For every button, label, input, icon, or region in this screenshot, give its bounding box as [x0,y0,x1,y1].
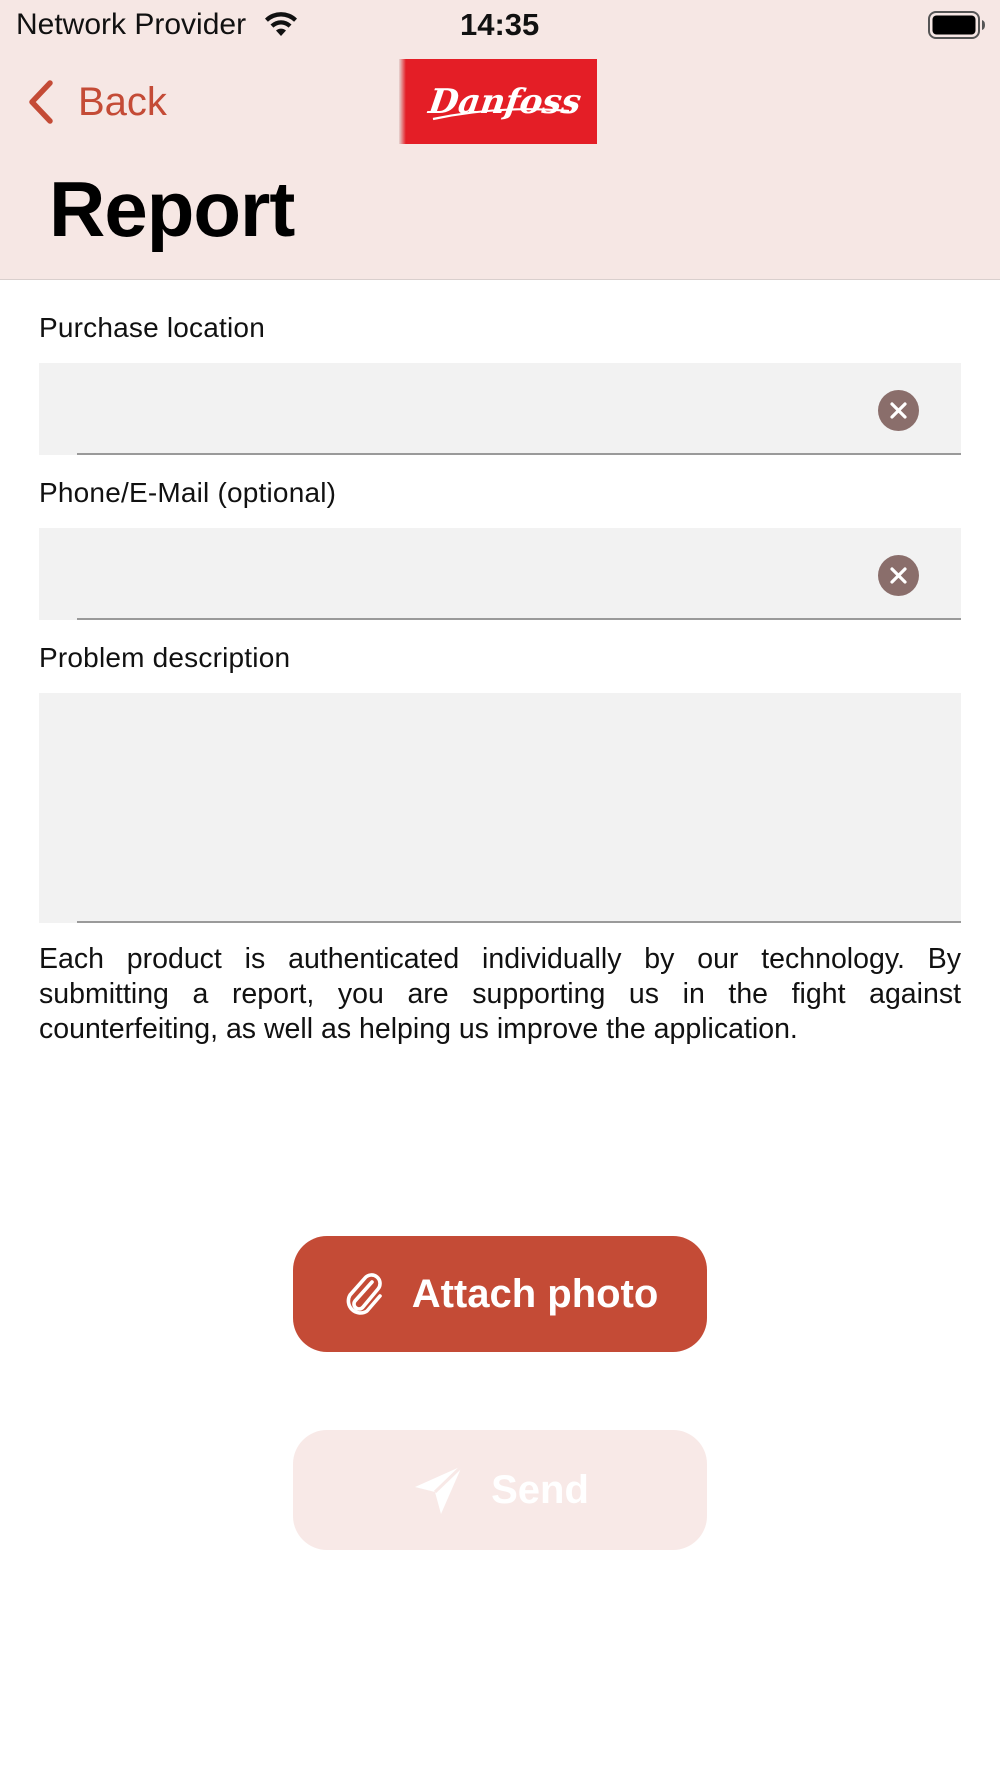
send-button[interactable]: Send [293,1430,707,1550]
purchase-location-input[interactable] [39,363,961,455]
problem-description-field[interactable] [39,693,961,923]
contact-label: Phone/E-Mail (optional) [39,477,337,508]
paperclip-icon [342,1269,388,1319]
attach-photo-button[interactable]: Attach photo [293,1236,707,1352]
clear-icon[interactable] [878,390,919,431]
battery-icon [928,11,985,39]
danfoss-logo: Danfoss [399,59,597,144]
problem-description-label: Problem description [39,642,291,673]
field-underline [77,618,961,620]
problem-description-textarea[interactable] [39,693,961,923]
back-label: Back [78,79,167,124]
info-text: Each product is authenticated individual… [39,943,961,1045]
page-title: Report [49,165,295,253]
send-label: Send [491,1467,589,1512]
wifi-icon [265,12,297,36]
field-underline [77,921,961,923]
field-underline [77,453,961,455]
carrier-name: Network Provider [16,8,247,41]
navigation-header: Network Provider 14:35 Back Danfoss Repo… [0,0,1000,280]
attach-photo-label: Attach photo [411,1271,659,1316]
contact-field[interactable] [39,528,961,620]
purchase-location-label: Purchase location [39,312,265,343]
paper-plane-icon [411,1462,467,1518]
chevron-left-icon [29,80,53,124]
status-time: 14:35 [460,7,540,42]
status-bar: Network Provider 14:35 [0,0,1000,50]
back-button[interactable]: Back [28,76,167,128]
clear-icon[interactable] [878,555,919,596]
contact-input[interactable] [39,528,961,620]
purchase-location-field[interactable] [39,363,961,455]
